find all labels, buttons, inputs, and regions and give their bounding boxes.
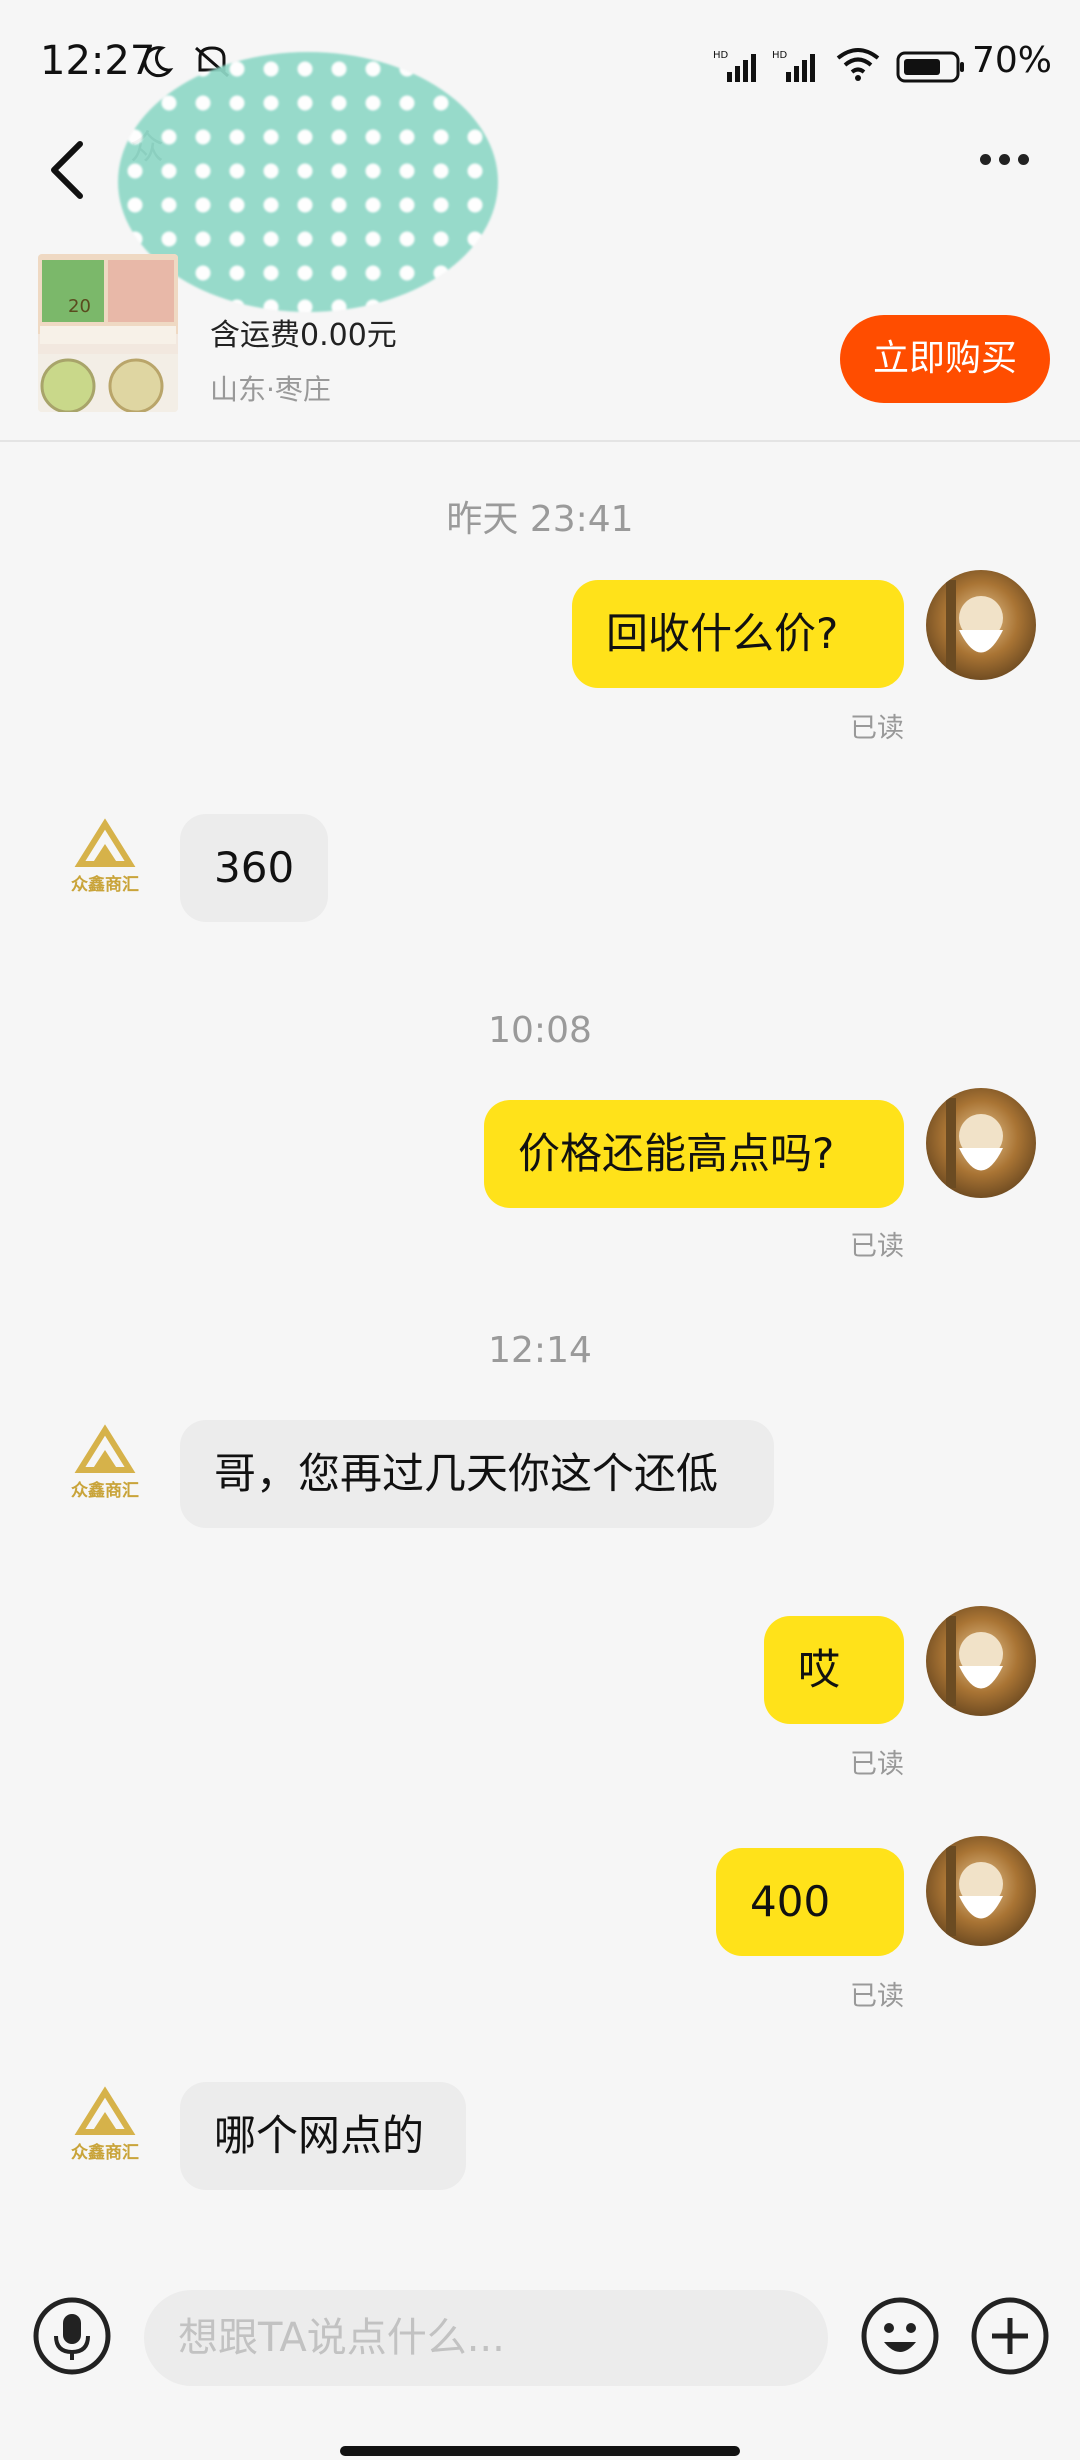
message-timestamp: 10:08 (488, 1010, 592, 1051)
shipping-fee: 含运费0.00元 (210, 318, 397, 353)
my-avatar[interactable] (926, 1088, 1036, 1198)
my-avatar[interactable] (926, 1606, 1036, 1716)
battery-percent: 70% (972, 40, 1053, 81)
shop-avatar[interactable]: 众鑫商汇 (50, 1416, 160, 1526)
my-avatar[interactable] (926, 570, 1036, 680)
read-receipt: 已读 (850, 1231, 904, 1262)
signal-icon: HD (772, 50, 815, 82)
svg-text:20: 20 (68, 296, 91, 317)
read-receipt: 已读 (850, 713, 904, 744)
product-thumbnail[interactable]: 20 (38, 254, 178, 412)
microphone-icon[interactable] (32, 2296, 112, 2376)
read-receipt: 已读 (850, 1981, 904, 2012)
received-message[interactable]: 哥，您再过几天你这个还低 (180, 1420, 774, 1528)
plus-icon[interactable] (970, 2296, 1050, 2376)
svg-text:HD: HD (772, 50, 788, 61)
read-receipt: 已读 (850, 1749, 904, 1780)
sent-message[interactable]: 400 (716, 1848, 904, 1956)
svg-text:众鑫商汇: 众鑫商汇 (71, 2142, 139, 2163)
svg-text:HD: HD (713, 50, 729, 61)
received-message[interactable]: 哪个网点的 (180, 2082, 466, 2190)
svg-text:众鑫商汇: 众鑫商汇 (71, 1480, 139, 1501)
chat-header: 众 20 含运费0.00元 山东·枣庄 立即购买 (0, 52, 1080, 442)
shop-avatar[interactable]: 众鑫商汇 (50, 2078, 160, 2188)
back-arrow-icon[interactable] (40, 130, 100, 210)
message-timestamp: 12:14 (488, 1330, 592, 1371)
message-input[interactable]: 想跟TA说点什么... (144, 2290, 828, 2386)
message-timestamp: 昨天 23:41 (446, 499, 634, 540)
sent-message[interactable]: 哎 (764, 1616, 904, 1724)
wifi-icon (836, 48, 880, 81)
sent-message[interactable]: 回收什么价? (572, 580, 904, 688)
battery-icon (896, 51, 964, 83)
svg-text:众鑫商汇: 众鑫商汇 (71, 874, 139, 895)
moon-icon (143, 46, 174, 78)
input-bar: 想跟TA说点什么... (0, 2280, 1080, 2460)
received-message[interactable]: 360 (180, 814, 328, 922)
emoji-icon[interactable] (860, 2296, 940, 2376)
buy-now-button[interactable]: 立即购买 (840, 315, 1050, 403)
signal-icon: HD (713, 50, 756, 82)
sent-message[interactable]: 价格还能高点吗? (484, 1100, 904, 1208)
home-indicator[interactable] (340, 2446, 740, 2456)
shop-avatar[interactable]: 众鑫商汇 (50, 810, 160, 920)
seller-location: 山东·枣庄 (210, 373, 331, 406)
more-options-icon[interactable] (980, 150, 1040, 180)
my-avatar[interactable] (926, 1836, 1036, 1946)
